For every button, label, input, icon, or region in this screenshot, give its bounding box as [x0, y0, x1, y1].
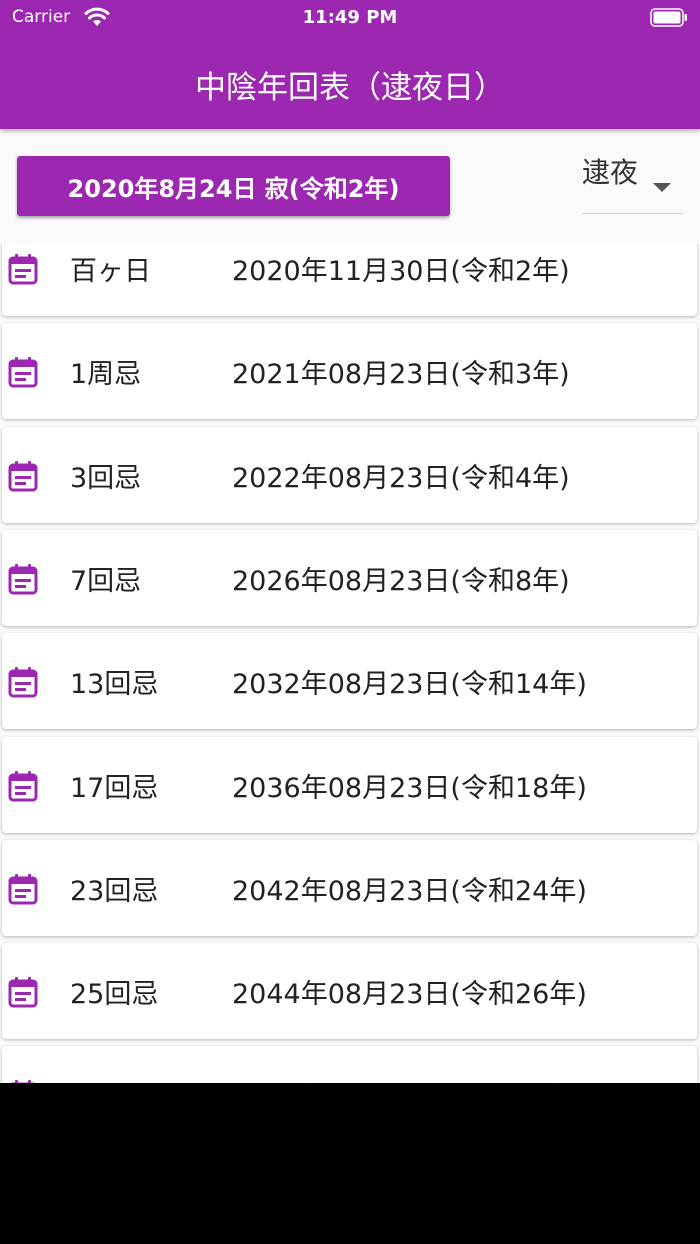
memorial-card[interactable]: 7回忌 2026年08月23日(令和8年): [2, 530, 697, 626]
mode-select-value: 逮夜: [582, 156, 639, 189]
mode-select[interactable]: 逮夜: [582, 147, 683, 214]
status-time: 11:49 PM: [302, 7, 398, 28]
memorial-name: 27回忌: [70, 1075, 158, 1083]
battery-icon: [650, 8, 687, 27]
memorial-card[interactable]: 17回忌 2036年08月23日(令和18年): [2, 737, 697, 833]
calendar-icon: [10, 1080, 36, 1083]
memorial-card[interactable]: 25回忌 2044年08月23日(令和26年): [2, 943, 697, 1039]
memorial-name: 1周忌: [70, 359, 142, 390]
memorial-date: 2044年08月23日(令和26年): [232, 979, 587, 1010]
memorial-date: 2046年08月23日(令和28年): [232, 1075, 587, 1083]
memorial-date: 2020年11月30日(令和2年): [232, 256, 570, 287]
date-picker-button[interactable]: 2020年8月24日 寂(令和2年): [17, 156, 450, 216]
memorial-date: 2042年08月23日(令和24年): [232, 876, 587, 907]
calendar-icon: [8, 667, 38, 698]
memorial-card[interactable]: 27回忌 2046年08月23日(令和28年): [2, 1046, 697, 1083]
memorial-name: 百ヶ日: [70, 256, 151, 287]
memorial-name: 3回忌: [70, 463, 142, 494]
app-bar: Carrier 11:49 PM 中陰年回表（逮夜日）: [0, 0, 700, 129]
memorial-card[interactable]: 13回忌 2032年08月23日(令和14年): [2, 633, 697, 729]
calendar-icon: [8, 771, 38, 802]
memorial-name: 13回忌: [70, 669, 159, 700]
memorial-date: 2032年08月23日(令和14年): [232, 669, 587, 700]
memorial-date: 2022年08月23日(令和4年): [232, 463, 570, 494]
calendar-icon: [8, 977, 38, 1008]
memorial-card[interactable]: 1周忌 2021年08月23日(令和3年): [2, 323, 697, 419]
status-bar: Carrier 11:49 PM: [0, 0, 700, 36]
app-screen: Carrier 11:49 PM 中陰年回表（逮夜日） 百ヶ日 2020年11月3…: [0, 0, 700, 1083]
memorial-name: 17回忌: [70, 773, 159, 804]
controls-bar: 2020年8月24日 寂(令和2年) 逮夜: [0, 129, 700, 244]
memorial-card[interactable]: 3回忌 2022年08月23日(令和4年): [2, 427, 697, 523]
page-title: 中陰年回表（逮夜日）: [195, 70, 505, 106]
calendar-icon: [8, 461, 38, 492]
memorial-date: 2036年08月23日(令和18年): [232, 773, 587, 804]
memorial-name: 23回忌: [70, 876, 159, 907]
memorial-name: 25回忌: [70, 979, 159, 1010]
memorial-card[interactable]: 23回忌 2042年08月23日(令和24年): [2, 840, 697, 936]
dropdown-arrow-icon: [653, 183, 671, 192]
calendar-icon: [8, 564, 38, 595]
calendar-icon: [8, 254, 38, 285]
calendar-icon: [8, 357, 38, 388]
memorial-date: 2021年08月23日(令和3年): [232, 359, 570, 390]
memorial-date: 2026年08月23日(令和8年): [232, 566, 570, 597]
memorial-name: 7回忌: [70, 566, 142, 597]
calendar-icon: [8, 874, 38, 905]
